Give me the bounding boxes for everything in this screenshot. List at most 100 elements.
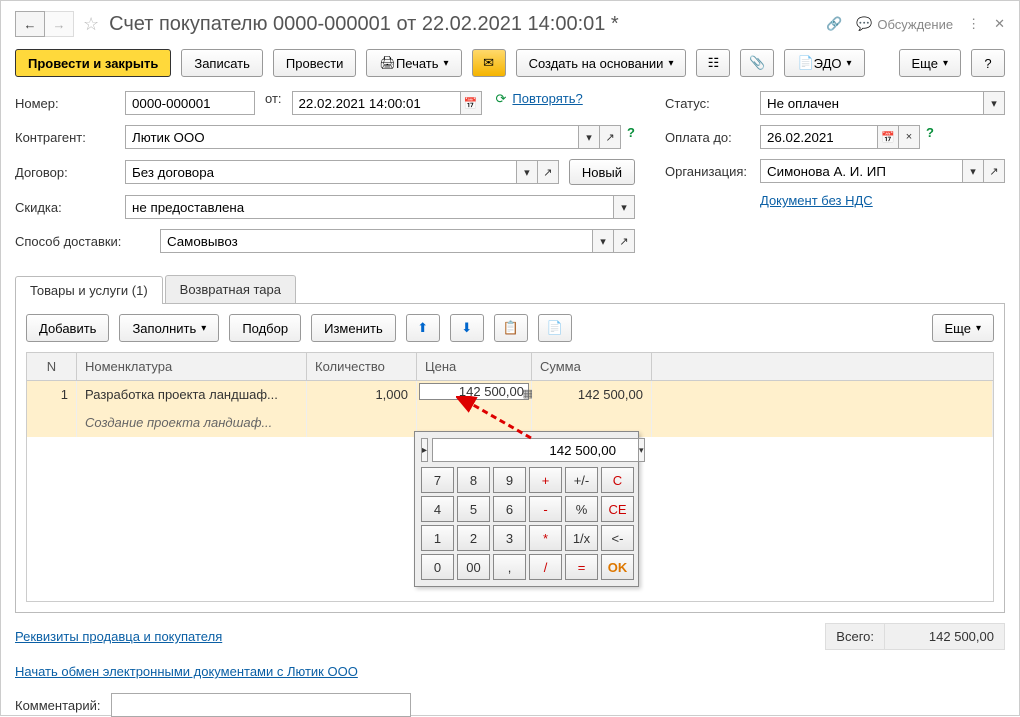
col-n[interactable]: N [27, 353, 77, 380]
copy-button[interactable]: 📋 [494, 314, 528, 342]
repeat-icon[interactable]: ⟳ [496, 91, 507, 115]
calc-key-minus[interactable]: - [529, 496, 562, 522]
tab-packaging[interactable]: Возвратная тара [165, 275, 296, 303]
calc-key-plusminus[interactable]: +/- [565, 467, 598, 493]
col-qty[interactable]: Количество [307, 353, 417, 380]
cell-sum[interactable]: 142 500,00 [532, 381, 652, 409]
print-button[interactable]: 🖨 Печать ▾ [366, 49, 461, 77]
clear-icon[interactable]: × [898, 125, 920, 149]
select-button[interactable]: Подбор [229, 314, 301, 342]
paste-button[interactable]: 📄 [538, 314, 572, 342]
help-icon[interactable]: ? [627, 125, 635, 149]
calc-key-6[interactable]: 6 [493, 496, 526, 522]
calc-key-ok[interactable]: OK [601, 554, 634, 580]
open-icon[interactable]: ↗ [599, 125, 621, 149]
cell-qty[interactable]: 1,000 [307, 381, 417, 409]
calc-key-2[interactable]: 2 [457, 525, 490, 551]
seller-buyer-link[interactable]: Реквизиты продавца и покупателя [15, 629, 222, 644]
org-label: Организация: [665, 164, 760, 179]
edo-button[interactable]: 📄 ЭДО ▾ [784, 49, 864, 77]
calc-key-mult[interactable]: * [529, 525, 562, 551]
status-input[interactable] [760, 91, 984, 115]
calc-key-inv[interactable]: 1/x [565, 525, 598, 551]
calc-key-clear[interactable]: C [601, 467, 634, 493]
calc-key-eq[interactable]: = [565, 554, 598, 580]
calc-key-0[interactable]: 0 [421, 554, 454, 580]
calc-display-input[interactable] [432, 438, 639, 462]
link-icon[interactable]: 🔗 [826, 16, 842, 32]
col-sum[interactable]: Сумма [532, 353, 652, 380]
calc-key-00[interactable]: 00 [457, 554, 490, 580]
table-row[interactable]: 1 Разработка проекта ландшаф... 1,000 14… [27, 381, 993, 409]
fill-button[interactable]: Заполнить ▾ [119, 314, 219, 342]
more-icon[interactable]: ⋮ [967, 16, 980, 32]
calculator-icon[interactable]: ▦ [523, 387, 533, 400]
comment-input[interactable] [111, 693, 411, 717]
more-button[interactable]: Еще ▾ [899, 49, 961, 77]
dogovor-input[interactable] [125, 160, 517, 184]
calc-key-4[interactable]: 4 [421, 496, 454, 522]
move-up-button[interactable]: ⬆ [406, 314, 440, 342]
close-icon[interactable]: ✕ [994, 16, 1005, 32]
calc-key-3[interactable]: 3 [493, 525, 526, 551]
tab-goods[interactable]: Товары и услуги (1) [15, 276, 163, 304]
dropdown-icon[interactable]: ▾ [578, 125, 600, 149]
calc-key-back[interactable]: <- [601, 525, 634, 551]
dropdown-icon[interactable]: ▾ [613, 195, 635, 219]
from-label: от: [265, 91, 282, 115]
open-icon[interactable]: ↗ [983, 159, 1005, 183]
calc-key-5[interactable]: 5 [457, 496, 490, 522]
repeat-link[interactable]: Повторять? [512, 91, 582, 115]
calendar-icon[interactable]: 📅 [460, 91, 482, 115]
discuss-link[interactable]: 💬Обсуждение [856, 16, 953, 32]
create-based-button[interactable]: Создать на основании ▾ [516, 49, 687, 77]
save-button[interactable]: Записать [181, 49, 263, 77]
mail-button[interactable]: ✉ [472, 49, 506, 77]
org-input[interactable] [760, 159, 963, 183]
structure-button[interactable]: ☷ [696, 49, 730, 77]
calc-key-div[interactable]: / [529, 554, 562, 580]
calc-dropdown[interactable]: ▾ [638, 438, 645, 462]
col-nom[interactable]: Номенклатура [77, 353, 307, 380]
date-input[interactable] [292, 91, 461, 115]
help-button[interactable]: ? [971, 49, 1005, 77]
calc-key-comma[interactable]: , [493, 554, 526, 580]
cell-nomenclature[interactable]: Разработка проекта ландшаф... [77, 381, 307, 409]
dropdown-icon[interactable]: ▾ [592, 229, 614, 253]
discount-input[interactable] [125, 195, 614, 219]
post-button[interactable]: Провести [273, 49, 357, 77]
calc-key-7[interactable]: 7 [421, 467, 454, 493]
nav-back[interactable]: ← [15, 11, 45, 37]
attach-button[interactable]: 📎 [740, 49, 774, 77]
col-price[interactable]: Цена [417, 353, 532, 380]
new-contract-button[interactable]: Новый [569, 159, 635, 185]
calc-key-1[interactable]: 1 [421, 525, 454, 551]
total-label: Всего: [825, 623, 885, 650]
calc-key-percent[interactable]: % [565, 496, 598, 522]
dropdown-icon[interactable]: ▾ [962, 159, 984, 183]
delivery-input[interactable] [160, 229, 593, 253]
sub-more-button[interactable]: Еще ▾ [932, 314, 994, 342]
edi-link[interactable]: Начать обмен электронными документами с … [15, 664, 358, 679]
calc-key-ce[interactable]: CE [601, 496, 634, 522]
dropdown-icon[interactable]: ▾ [983, 91, 1005, 115]
post-and-close-button[interactable]: Провести и закрыть [15, 49, 171, 77]
dropdown-icon[interactable]: ▾ [516, 160, 538, 184]
add-row-button[interactable]: Добавить [26, 314, 109, 342]
calc-memory-button[interactable]: ▸ [421, 438, 428, 462]
contragent-input[interactable] [125, 125, 579, 149]
open-icon[interactable]: ↗ [537, 160, 559, 184]
calc-key-9[interactable]: 9 [493, 467, 526, 493]
calendar-icon[interactable]: 📅 [877, 125, 899, 149]
doc-no-vat-link[interactable]: Документ без НДС [760, 193, 873, 208]
calc-key-plus[interactable]: + [529, 467, 562, 493]
calc-key-8[interactable]: 8 [457, 467, 490, 493]
move-down-button[interactable]: ⬇ [450, 314, 484, 342]
cell-price[interactable]: 142 500,00 [419, 383, 529, 400]
number-input[interactable] [125, 91, 255, 115]
open-icon[interactable]: ↗ [613, 229, 635, 253]
change-button[interactable]: Изменить [311, 314, 396, 342]
payuntil-input[interactable] [760, 125, 878, 149]
favorite-star-icon[interactable]: ☆ [83, 14, 99, 35]
help-icon[interactable]: ? [926, 125, 934, 149]
